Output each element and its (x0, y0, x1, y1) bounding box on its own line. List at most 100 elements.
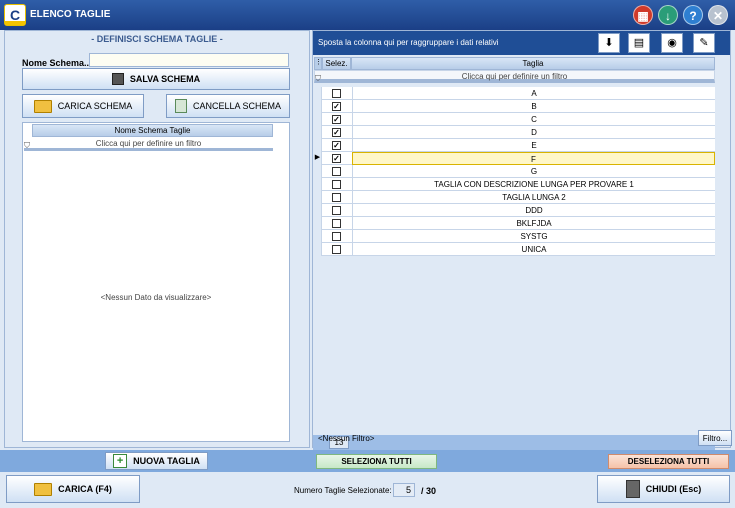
row-indicator (314, 230, 322, 243)
size-row[interactable]: ✓ D (314, 126, 715, 139)
add-icon: + (113, 454, 128, 468)
row-indicator (314, 113, 322, 126)
size-label: UNICA (352, 243, 715, 256)
help-icon[interactable]: ? (683, 5, 703, 25)
size-label: E (352, 139, 715, 152)
new-size-button[interactable]: + NUOVA TAGLIA (105, 452, 208, 470)
window-title: ELENCO TAGLIE (30, 9, 111, 20)
selected-count: 5 (393, 483, 415, 497)
close-icon[interactable]: ✕ (708, 5, 728, 25)
row-indicator (314, 178, 322, 191)
floppy-icon (111, 73, 124, 85)
row-indicator (314, 165, 322, 178)
load-schema-button[interactable]: CARICA SCHEMA (22, 94, 144, 118)
close-button[interactable]: CHIUDI (Esc) (597, 475, 730, 503)
size-row[interactable]: ✓ E (314, 139, 715, 152)
row-indicator (314, 100, 322, 113)
row-indicator (314, 191, 322, 204)
filter-button[interactable]: Filtro... (698, 430, 732, 446)
size-row[interactable]: A (314, 87, 715, 100)
title-bar: C ELENCO TAGLIE ▦ ↓ ? ✕ (0, 0, 735, 30)
print-icon[interactable]: ▤ (628, 33, 650, 53)
filter-icon: ⛉ (24, 141, 30, 150)
sizes-grid-header: ⋮ Selez. Taglia (313, 57, 715, 70)
column-header-selez[interactable]: Selez. (322, 57, 351, 70)
size-row[interactable]: BKLFJDA (314, 217, 715, 230)
schema-panel-title: - DEFINISCI SCHEMA TAGLIE - (91, 34, 223, 44)
size-row[interactable]: ✓ C (314, 113, 715, 126)
schema-name-input[interactable] (89, 53, 289, 67)
download-icon[interactable]: ↓ (658, 5, 678, 25)
trash-icon (174, 99, 187, 113)
folder-open-icon (34, 482, 53, 496)
size-label: BKLFJDA (352, 217, 715, 230)
schema-empty-text: <Nessun Dato da visualizzare> (100, 293, 212, 302)
size-row[interactable]: TAGLIA CON DESCRIZIONE LUNGA PER PROVARE… (314, 178, 715, 191)
sizes-filter-hint: Clicca qui per definire un filtro (461, 72, 568, 81)
load-button[interactable]: CARICA (F4) (6, 475, 140, 503)
size-label: SYSTG (352, 230, 715, 243)
size-checkbox[interactable]: ✓ (332, 102, 341, 111)
size-checkbox[interactable]: ✓ (332, 115, 341, 124)
export-icon[interactable]: ⬇ (598, 33, 620, 53)
calculator-icon[interactable]: ▦ (633, 5, 653, 25)
size-checkbox[interactable] (332, 232, 341, 241)
action-bar: + NUOVA TAGLIA SELEZIONA TUTTI DESELEZIO… (0, 450, 735, 472)
size-row[interactable]: UNICA (314, 243, 715, 256)
selected-total: / 30 (421, 486, 437, 496)
size-checkbox[interactable] (332, 219, 341, 228)
size-checkbox[interactable] (332, 193, 341, 202)
size-row[interactable]: G (314, 165, 715, 178)
sizes-grid: ⋮ Selez. Taglia ⛉ Clicca qui per definir… (313, 55, 730, 450)
size-label: B (352, 100, 715, 113)
size-checkbox[interactable] (332, 180, 341, 189)
filter-status: <Nessun Filtro> (318, 434, 375, 443)
save-schema-button[interactable]: SALVA SCHEMA (22, 68, 290, 90)
binoculars-icon[interactable]: ◉ (661, 33, 683, 53)
schema-filter-hint: Clicca qui per definire un filtro (95, 139, 202, 148)
size-checkbox[interactable] (332, 245, 341, 254)
schema-panel: - DEFINISCI SCHEMA TAGLIE - Nome Schema.… (4, 30, 310, 448)
deselect-all-button[interactable]: DESELEZIONA TUTTI (608, 454, 729, 469)
size-label: DDD (352, 204, 715, 217)
column-header-taglia[interactable]: Taglia (351, 57, 715, 70)
delete-schema-label: CANCELLA SCHEMA (192, 101, 282, 111)
row-indicator (314, 126, 322, 139)
size-checkbox[interactable]: ✓ (332, 141, 341, 150)
edit-document-icon[interactable]: ✎ (693, 33, 715, 53)
delete-schema-button[interactable]: CANCELLA SCHEMA (166, 94, 290, 118)
schema-grid-header[interactable]: Nome Schema Taglie (32, 124, 273, 137)
size-checkbox[interactable] (332, 89, 341, 98)
sizes-panel: Sposta la colonna qui per raggruppare i … (312, 30, 732, 450)
size-label: TAGLIA CON DESCRIZIONE LUNGA PER PROVARE… (352, 178, 715, 191)
size-checkbox[interactable] (332, 167, 341, 176)
new-size-label: NUOVA TAGLIA (133, 456, 200, 466)
size-row[interactable]: DDD (314, 204, 715, 217)
filter-icon: ⛉ (315, 74, 321, 83)
sizes-filter-row[interactable]: ⛉ Clicca qui per definire un filtro (314, 70, 715, 83)
column-chooser-icon[interactable]: ⋮ (314, 57, 322, 70)
footer: CARICA (F4) Numero Taglie Selezionate: 5… (0, 472, 735, 508)
size-label: D (352, 126, 715, 139)
schema-name-label: Nome Schema.. (22, 58, 90, 68)
size-row[interactable]: TAGLIA LUNGA 2 (314, 191, 715, 204)
row-indicator (314, 139, 322, 152)
size-checkbox[interactable]: ✓ (332, 154, 341, 163)
app-logo-icon: C (4, 4, 26, 26)
size-checkbox[interactable]: ✓ (332, 128, 341, 137)
size-row[interactable]: ✓ B (314, 100, 715, 113)
row-indicator (314, 204, 322, 217)
size-checkbox[interactable] (332, 206, 341, 215)
exit-door-icon (625, 480, 640, 498)
folder-open-icon (33, 99, 52, 113)
size-label: A (352, 87, 715, 100)
size-row[interactable]: ▶ ✓ F (314, 152, 715, 165)
select-all-button[interactable]: SELEZIONA TUTTI (316, 454, 437, 469)
row-indicator (314, 87, 322, 100)
size-row[interactable]: SYSTG (314, 230, 715, 243)
load-label: CARICA (F4) (58, 484, 112, 494)
save-schema-label: SALVA SCHEMA (129, 74, 201, 84)
group-by-hint: Sposta la colonna qui per raggruppare i … (318, 38, 499, 47)
sizes-rows: A ✓ B ✓ C ✓ D ✓ E ▶ ✓ F G TAGLIA CON DESCRIZIONE LUNG… (314, 87, 715, 256)
schema-filter-row[interactable]: ⛉ Clicca qui per definire un filtro (24, 138, 273, 151)
